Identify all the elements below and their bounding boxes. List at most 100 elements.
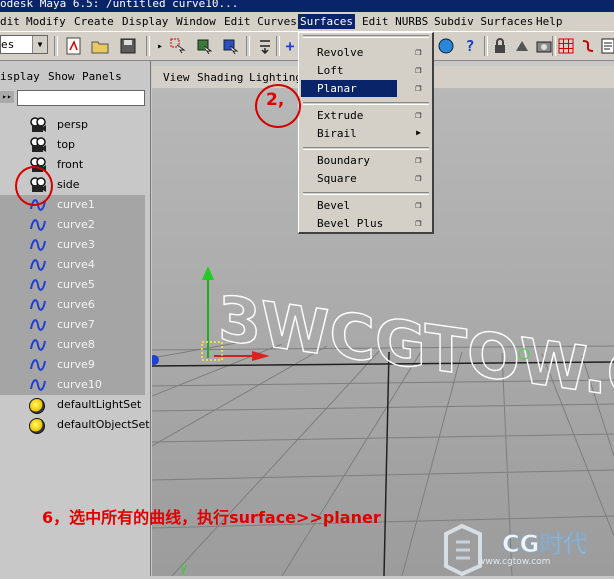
annotation-instruction: 6，选中所有的曲线，执行surface>>planer — [42, 508, 381, 527]
menu-item-revolve[interactable]: Revolve — [301, 44, 397, 61]
option-box-icon[interactable]: ❐ — [414, 156, 423, 166]
outliner-item-label: curve6 — [57, 298, 95, 311]
render-icon[interactable] — [436, 36, 456, 56]
outliner-item[interactable]: curve3 — [0, 235, 145, 255]
collapse-arrow-icon[interactable]: ▸ — [150, 36, 170, 56]
outliner-item[interactable]: curve10 — [0, 375, 145, 395]
expand-arrows-icon[interactable]: ▸▸ — [0, 91, 14, 103]
viewport-menu-view[interactable]: View — [163, 71, 190, 84]
new-scene-icon[interactable] — [64, 36, 84, 56]
menu-subdiv-surfaces[interactable]: Subdiv Surfaces — [434, 14, 533, 29]
outliner-item-label: curve1 — [57, 198, 95, 211]
curve-icon — [29, 236, 47, 254]
menu-item-bevel[interactable]: Bevel — [301, 197, 397, 214]
select-hierarchy-icon[interactable] — [168, 36, 188, 56]
option-box-icon[interactable]: ❐ — [414, 66, 423, 76]
outliner-item[interactable]: curve6 — [0, 295, 145, 315]
menu-edit[interactable]: dit — [0, 14, 20, 29]
playback-icon[interactable] — [512, 36, 532, 56]
option-box-icon[interactable]: ❐ — [414, 219, 423, 229]
main-menubar: dit Modify Create Display Window Edit Cu… — [0, 12, 614, 32]
curve-icon — [29, 216, 47, 234]
outliner-item[interactable]: top — [0, 135, 145, 155]
outliner-item[interactable]: curve5 — [0, 275, 145, 295]
mode-selector[interactable]: es ▼ — [0, 35, 48, 54]
outliner-filter-bar: ▸▸ — [0, 88, 150, 106]
toolbar-separator — [484, 36, 488, 56]
option-box-icon[interactable]: ❐ — [414, 84, 423, 94]
option-box-icon[interactable]: ❐ — [414, 201, 423, 211]
toolbar-separator — [54, 36, 58, 56]
curve-text-outline[interactable]: 3WCGTOW.Co — [217, 281, 614, 422]
y-arrow-icon[interactable] — [202, 266, 214, 280]
menu-item-bevel-plus[interactable]: Bevel Plus — [301, 215, 397, 232]
outliner-item[interactable]: curve8 — [0, 335, 145, 355]
outliner-item-label: curve8 — [57, 338, 95, 351]
outliner-menu-panels[interactable]: Panels — [82, 70, 122, 83]
plus-icon[interactable]: + — [280, 36, 300, 56]
option-box-icon[interactable]: ❐ — [414, 174, 423, 184]
light-set-icon — [29, 398, 45, 414]
chevron-down-icon[interactable]: ▼ — [32, 36, 47, 53]
outliner-menu-display[interactable]: isplay — [0, 70, 40, 83]
watermark-brand: CG时代 — [502, 530, 587, 558]
curve-icon — [29, 296, 47, 314]
menu-tearoff-separator[interactable] — [303, 35, 429, 38]
camera-icon — [29, 136, 47, 154]
option-box-icon[interactable]: ❐ — [414, 48, 423, 58]
attribute-editor-icon[interactable] — [598, 36, 614, 56]
curve-icon — [29, 336, 47, 354]
outliner-filter-input[interactable] — [17, 90, 145, 106]
menu-edit-nurbs[interactable]: Edit NURBS — [362, 14, 428, 29]
menu-display[interactable]: Display — [122, 14, 168, 29]
outliner-menubar: isplay Show Panels — [0, 70, 150, 86]
menu-window[interactable]: Window — [176, 14, 216, 29]
toolbar-separator — [246, 36, 250, 56]
camera-tool-icon[interactable] — [534, 36, 554, 56]
menu-item-boundary[interactable]: Boundary — [301, 152, 397, 169]
outliner-item[interactable]: defaultLightSet — [0, 395, 145, 415]
option-box-icon[interactable]: ❐ — [414, 111, 423, 121]
lock-icon[interactable] — [490, 36, 510, 56]
menu-surfaces[interactable]: Surfaces — [298, 14, 355, 29]
viewport-menu-lighting[interactable]: Lighting — [249, 71, 302, 84]
curve-tool-icon[interactable] — [578, 36, 598, 56]
outliner-item-label: curve9 — [57, 358, 95, 371]
outliner-item[interactable]: curve9 — [0, 355, 145, 375]
outliner-item-label: curve5 — [57, 278, 95, 291]
view-axis-label: y — [180, 561, 187, 575]
menu-modify[interactable]: Modify — [26, 14, 66, 29]
outliner-item[interactable]: curve7 — [0, 315, 145, 335]
menu-item-birail[interactable]: Birail — [301, 125, 397, 142]
open-scene-icon[interactable] — [90, 36, 110, 56]
grid-icon[interactable] — [556, 36, 576, 56]
select-object-icon[interactable] — [194, 36, 214, 56]
menu-separator — [303, 192, 429, 195]
menu-item-square[interactable]: Square — [301, 170, 397, 187]
menu-separator — [303, 147, 429, 150]
snap-icon[interactable] — [255, 36, 275, 56]
outliner-item-label: persp — [57, 118, 88, 131]
select-component-icon[interactable] — [220, 36, 240, 56]
grid-axis-line — [383, 351, 390, 576]
save-scene-icon[interactable] — [118, 36, 138, 56]
outliner-menu-show[interactable]: Show — [48, 70, 75, 83]
camera-icon — [29, 116, 47, 134]
menu-help[interactable]: Help — [536, 14, 563, 29]
help-icon[interactable]: ? — [460, 36, 480, 56]
outliner-item[interactable]: curve4 — [0, 255, 145, 275]
outliner-item-label: curve2 — [57, 218, 95, 231]
window-title: odesk Maya 6.5: /untitled curve10... — [0, 0, 239, 10]
outliner-item-label: top — [57, 138, 76, 151]
menu-item-planar[interactable]: Planar — [301, 80, 397, 97]
outliner-item[interactable]: curve2 — [0, 215, 145, 235]
menu-item-extrude[interactable]: Extrude — [301, 107, 397, 124]
outliner-item[interactable]: persp — [0, 115, 145, 135]
viewport-menu-shading[interactable]: Shading — [197, 71, 243, 84]
menu-create[interactable]: Create — [74, 14, 114, 29]
surfaces-dropdown-menu: Revolve ❐ Loft ❐ Planar ❐ Extrude ❐ Bira… — [298, 32, 434, 234]
menu-item-loft[interactable]: Loft — [301, 62, 397, 79]
outliner-item-label: defaultLightSet — [57, 398, 142, 411]
menu-edit-curves[interactable]: Edit Curves — [224, 14, 297, 29]
outliner-item[interactable]: defaultObjectSet — [0, 415, 150, 435]
